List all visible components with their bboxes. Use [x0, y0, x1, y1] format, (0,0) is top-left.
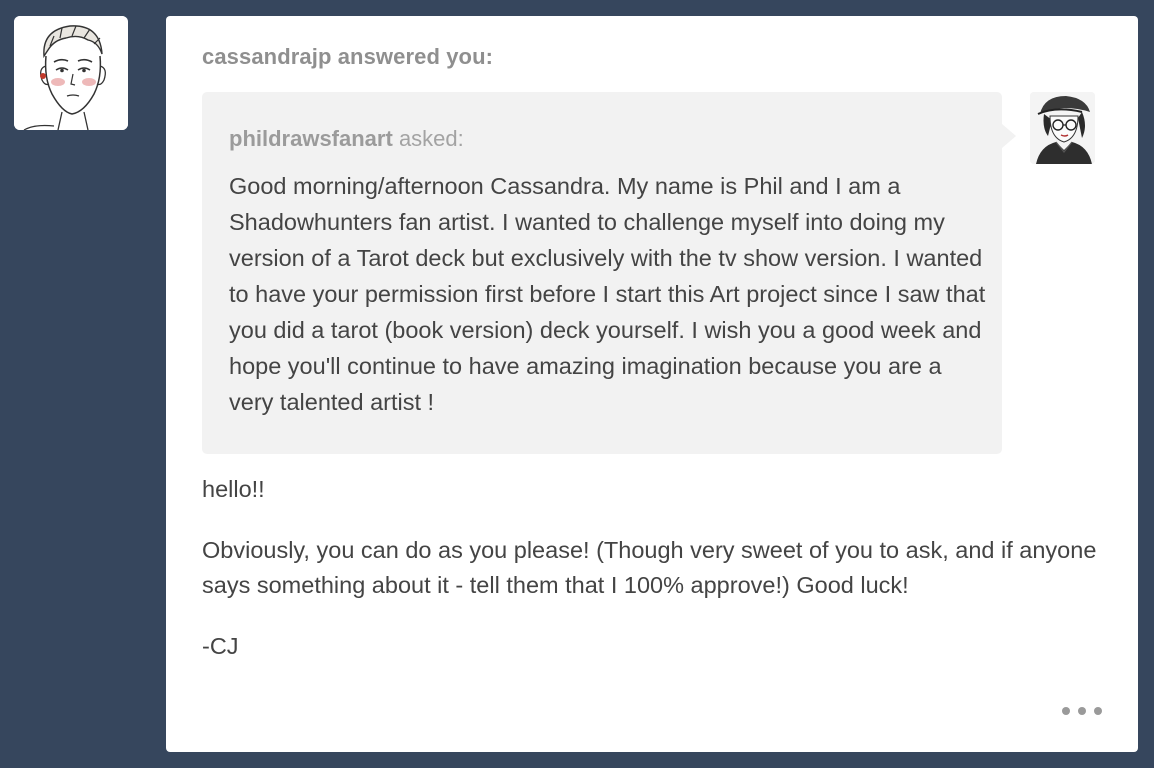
asker-line: phildrawsfanart asked:: [229, 126, 464, 152]
asker-name-link[interactable]: phildrawsfanart: [229, 126, 393, 151]
answer-body: hello!! Obviously, you can do as you ple…: [202, 472, 1112, 690]
post-card: cassandrajp answered you: phildrawsfanar…: [166, 16, 1138, 752]
ask-box: phildrawsfanart asked: Good morning/afte…: [202, 92, 1002, 454]
answer-signoff: -CJ: [202, 633, 239, 659]
answer-greeting: hello!!: [202, 476, 265, 502]
answerer-avatar[interactable]: [14, 16, 128, 130]
ask-box-pointer: [1002, 124, 1016, 148]
post-header: cassandrajp answered you:: [202, 44, 494, 69]
more-dot: [1062, 707, 1070, 715]
question-text: Good morning/afternoon Cassandra. My nam…: [229, 173, 986, 415]
more-options-icon[interactable]: [1062, 700, 1102, 722]
more-dot: [1078, 707, 1086, 715]
asked-label: asked:: [398, 126, 464, 151]
asker-avatar[interactable]: [1030, 92, 1095, 164]
answer-paragraph: Obviously, you can do as you please! (Th…: [202, 537, 1097, 598]
more-dot: [1094, 707, 1102, 715]
answerer-avatar-image: [14, 16, 128, 130]
asker-avatar-image: [1030, 92, 1095, 164]
